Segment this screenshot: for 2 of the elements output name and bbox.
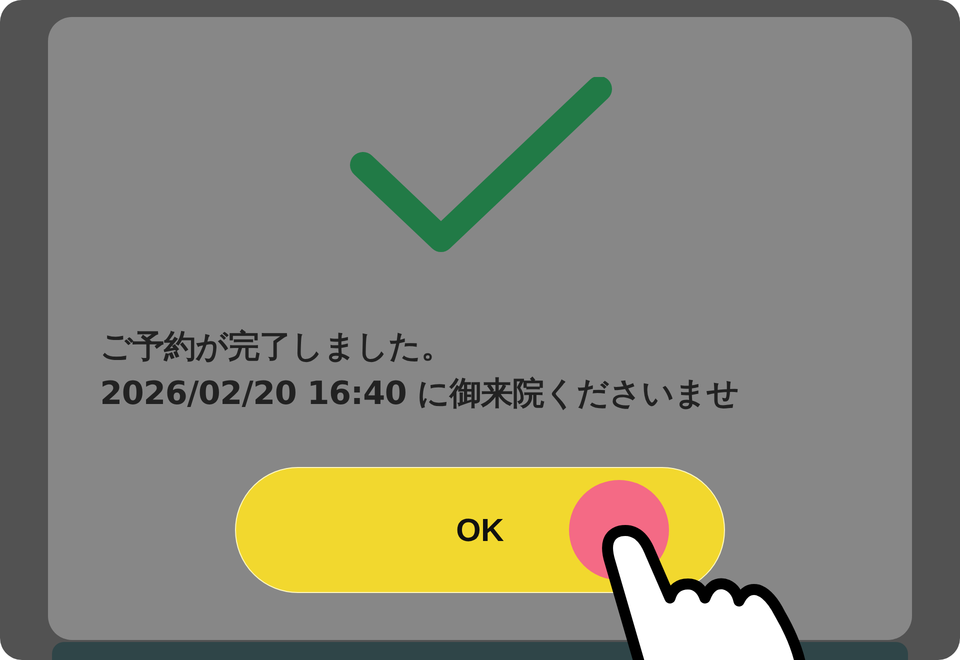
message-text: 2026/02/20 16:40 に御来院くださいませ [100,373,740,414]
message-text: ご予約が完了しました。 [100,326,454,367]
